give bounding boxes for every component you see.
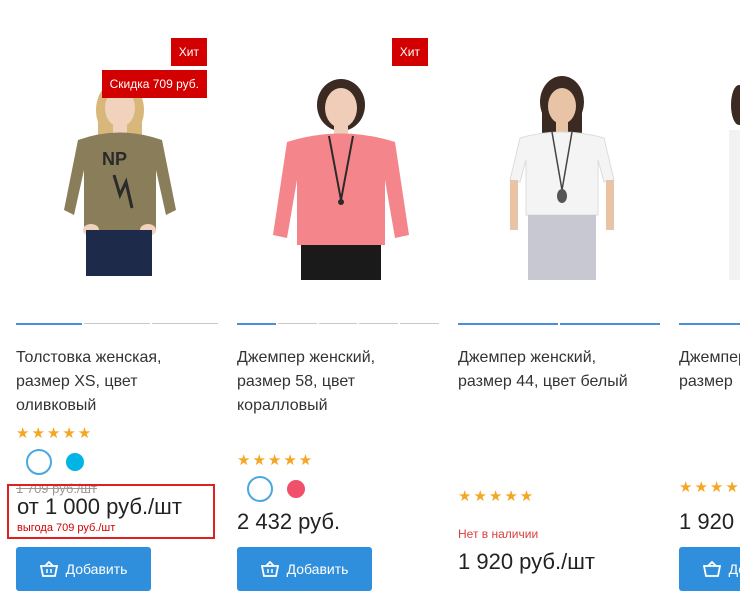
color-dot — [30, 453, 48, 471]
product-image[interactable] — [679, 70, 740, 280]
image-pager-dot[interactable] — [84, 323, 150, 326]
product-title[interactable]: Джемпер женский, размер 44, цвет белый — [458, 346, 658, 394]
product-title-line[interactable]: размер 58, цвет — [237, 370, 437, 394]
color-dot — [251, 480, 269, 498]
product-title-line[interactable]: Джемпер женский, — [458, 346, 658, 370]
image-pager[interactable] — [679, 323, 740, 326]
rating-stars: ★★★★★ — [679, 479, 740, 496]
image-pager-dot[interactable] — [318, 323, 358, 326]
image-pager-dot[interactable] — [16, 323, 82, 326]
hit-badge: Хит — [170, 38, 207, 66]
image-pager-dot[interactable] — [277, 323, 317, 326]
product-title[interactable]: Джемпер женский, размер 58, цвет коралло… — [237, 346, 437, 418]
color-swatch-coral[interactable] — [283, 476, 309, 502]
color-dot — [66, 453, 84, 471]
rating-stars: ★★★★★ — [237, 452, 315, 469]
color-dot — [287, 480, 305, 498]
stock-status: Нет в наличии — [458, 527, 539, 541]
product-image[interactable] — [237, 70, 442, 280]
rating-stars: ★★★★★ — [458, 488, 536, 505]
basket-icon — [39, 561, 58, 577]
add-to-cart-button[interactable]: Добавить — [679, 547, 740, 591]
image-pager-dot[interactable] — [237, 323, 276, 326]
image-pager-dot[interactable] — [152, 323, 218, 326]
image-pager-dot[interactable] — [458, 323, 558, 326]
product-card: Хит Скидка 709 руб. NP Толстовка женская… — [7, 0, 221, 603]
product-title[interactable]: Джемпер женский, размер — [679, 346, 740, 394]
price: 1 920 руб./шт — [458, 549, 595, 574]
product-image[interactable] — [458, 70, 663, 280]
rating-stars: ★★★★★ — [16, 425, 94, 442]
image-pager-dot[interactable] — [359, 323, 399, 326]
price: от 1 000 руб./шт — [17, 494, 182, 519]
color-swatch-white[interactable] — [247, 476, 273, 502]
image-pager[interactable] — [16, 323, 218, 326]
product-title-line[interactable]: размер XS, цвет — [16, 370, 216, 394]
product-title-line[interactable]: размер — [679, 370, 740, 394]
color-swatch-blue[interactable] — [62, 449, 88, 475]
product-title-line[interactable]: Джемпер женский, — [237, 346, 437, 370]
basket-icon — [260, 561, 279, 577]
savings-label: выгода 709 руб./шт — [17, 522, 116, 534]
product-card: Джемпер женский, размер 44, цвет белый ★… — [458, 0, 663, 603]
product-title-line[interactable]: размер 44, цвет белый — [458, 370, 658, 394]
product-title[interactable]: Толстовка женская, размер XS, цвет оливк… — [16, 346, 216, 418]
product-image[interactable]: NP — [16, 70, 221, 280]
color-swatch-white[interactable] — [26, 449, 52, 475]
image-pager[interactable] — [458, 323, 660, 326]
product-title-line[interactable]: Джемпер женский, — [679, 346, 740, 370]
image-pager-dot[interactable] — [400, 323, 439, 326]
product-title-line[interactable]: Толстовка женская, — [16, 346, 216, 370]
price: 2 432 руб. — [237, 509, 341, 534]
product-title-line[interactable]: оливковый — [16, 394, 216, 418]
color-swatches — [26, 449, 88, 475]
product-card: Джемпер женский, размер ★★★★★ 1 920 руб.… — [679, 0, 740, 603]
svg-text:NP: NP — [102, 149, 127, 169]
product-grid: Хит Скидка 709 руб. NP Толстовка женская… — [0, 0, 740, 603]
product-title-line[interactable]: коралловый — [237, 394, 437, 418]
product-card: Хит Джемпер женский, размер 58, цвет кор — [237, 0, 442, 603]
price-highlight: от 1 000 руб./шт выгода 709 руб./шт — [7, 484, 215, 539]
badge-group: Хит — [391, 38, 428, 66]
basket-icon — [702, 561, 721, 577]
badge-group: Хит Скидка 709 руб. — [101, 38, 207, 98]
add-button-label: Добавить — [65, 561, 128, 577]
discount-badge: Скидка 709 руб. — [101, 70, 207, 98]
hit-badge: Хит — [391, 38, 428, 66]
price: 1 920 руб./шт — [679, 509, 740, 534]
add-to-cart-button[interactable]: Добавить — [16, 547, 151, 591]
add-to-cart-button[interactable]: Добавить — [237, 547, 372, 591]
image-pager-dot[interactable] — [679, 323, 740, 326]
image-pager-dot[interactable] — [560, 323, 660, 326]
image-pager[interactable] — [237, 323, 439, 326]
add-button-label: Добавить — [286, 561, 349, 577]
add-button-label: Добавить — [728, 561, 740, 577]
color-swatches — [247, 476, 309, 502]
